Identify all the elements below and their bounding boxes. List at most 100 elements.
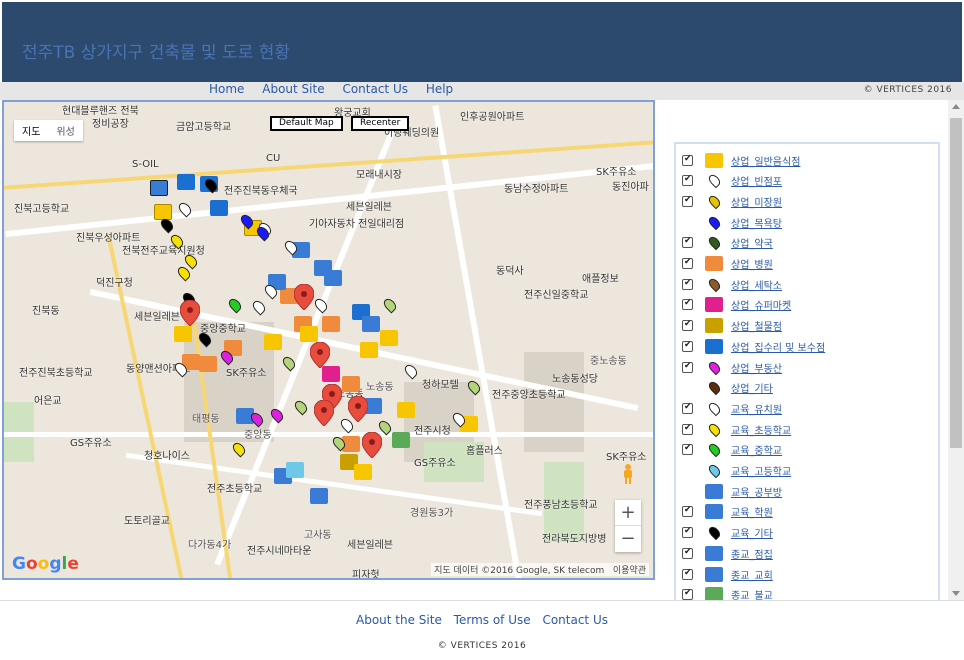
legend-item[interactable]: 교육_유치원	[682, 398, 782, 418]
legend-checkbox[interactable]	[682, 443, 693, 456]
legend-label[interactable]: 상업_집수리 및 보수점	[731, 339, 825, 354]
restaurant-marker-icon[interactable]	[154, 204, 172, 220]
legend-label[interactable]: 상업_기타	[731, 380, 773, 395]
academy-marker-icon[interactable]	[310, 488, 328, 504]
legend-item[interactable]: 상업_기타	[682, 378, 773, 398]
legend-label[interactable]: 상업_병원	[731, 256, 773, 271]
footer-terms-link[interactable]: Terms of Use	[454, 613, 531, 627]
legend-checkbox[interactable]	[682, 547, 693, 559]
legend-checkbox[interactable]	[682, 298, 693, 311]
red-location-pin-icon[interactable]	[362, 432, 382, 458]
legend-label[interactable]: 교육_중학교	[731, 442, 782, 457]
legend-label[interactable]: 교육_공부방	[731, 484, 782, 499]
legend-label[interactable]: 상업_약국	[731, 235, 773, 250]
lightgreen-pin-icon[interactable]	[381, 296, 399, 314]
scrollbar-thumb[interactable]	[950, 118, 962, 448]
legend-checkbox[interactable]	[682, 154, 693, 166]
legend-checkbox[interactable]	[682, 505, 693, 518]
restaurant-marker-icon[interactable]	[380, 330, 398, 346]
legend-label[interactable]: 교육_유치원	[731, 401, 782, 416]
legend-item[interactable]: 상업_미장원	[682, 191, 782, 211]
legend-checkbox[interactable]	[682, 568, 693, 580]
legend-item[interactable]: 교육_기타	[682, 523, 773, 543]
legend-item[interactable]: 교육_공부방	[682, 481, 782, 501]
legend-label[interactable]: 상업_목욕탕	[731, 215, 782, 230]
restaurant-marker-icon[interactable]	[354, 464, 372, 480]
restaurant-marker-icon[interactable]	[300, 326, 318, 342]
legend-label[interactable]: 종교_점집	[731, 546, 773, 561]
zoom-in-button[interactable]: +	[615, 500, 641, 526]
legend-checkbox[interactable]	[682, 174, 693, 187]
hospital-marker-icon[interactable]	[342, 376, 360, 392]
map-view[interactable]: 현대블루핸즈 전북 정비공장 금암고등학교 CU S-OIL 전주진북동우체국 …	[2, 100, 655, 580]
legend-item[interactable]: 상업_목욕탕	[682, 212, 782, 232]
legend-item[interactable]: 상업_철물점	[682, 316, 782, 336]
legend-checkbox[interactable]	[682, 588, 693, 601]
restaurant-marker-icon[interactable]	[264, 334, 282, 350]
legend-item[interactable]: 교육_초등학교	[682, 419, 791, 439]
legend-label[interactable]: 상업_슈퍼마켓	[731, 297, 791, 312]
nav-home-link[interactable]: Home	[209, 82, 244, 96]
legend-label[interactable]: 상업_부동산	[731, 360, 782, 375]
legend-item[interactable]: 상업_세탁소	[682, 274, 782, 294]
green-pin-icon[interactable]	[226, 296, 244, 314]
map-type-satellite[interactable]: 위성	[48, 120, 82, 141]
red-location-pin-icon[interactable]	[348, 396, 368, 422]
legend-item[interactable]: 상업_집수리 및 보수점	[682, 336, 825, 356]
nav-contact-link[interactable]: Contact Us	[342, 82, 408, 96]
academy-marker-icon[interactable]	[362, 316, 380, 332]
page-scrollbar[interactable]	[948, 100, 964, 600]
map-type-map[interactable]: 지도	[14, 120, 48, 141]
legend-label[interactable]: 교육_학원	[731, 504, 773, 519]
hospital-marker-icon[interactable]	[322, 316, 340, 332]
legend-item[interactable]: 종교_교회	[682, 564, 773, 584]
map-terms-link[interactable]: 이용약관	[613, 566, 646, 576]
red-location-pin-icon[interactable]	[310, 342, 330, 368]
legend-item[interactable]: 교육_중학교	[682, 440, 782, 460]
legend-checkbox[interactable]	[682, 195, 693, 207]
supermarket-marker-icon[interactable]	[322, 366, 340, 382]
legend-checkbox[interactable]	[682, 257, 693, 269]
scroll-down-arrow-icon[interactable]	[952, 591, 960, 596]
legend-label[interactable]: 상업_빈점포	[731, 173, 782, 188]
house-repair-marker-icon[interactable]	[210, 200, 228, 216]
recenter-button[interactable]: Recenter	[351, 116, 410, 131]
street-view-pegman-icon[interactable]	[621, 464, 635, 484]
legend-item[interactable]: 상업_부동산	[682, 357, 782, 377]
white-pin-icon[interactable]	[402, 362, 420, 380]
legend-item[interactable]: 상업_일반음식점	[682, 150, 800, 170]
legend-item[interactable]: 상업_병원	[682, 254, 773, 274]
white-pin-icon[interactable]	[250, 298, 268, 316]
hospital-marker-icon[interactable]	[199, 356, 217, 372]
zoom-out-button[interactable]: −	[615, 526, 641, 552]
footer-about-link[interactable]: About the Site	[356, 613, 442, 627]
red-location-pin-icon[interactable]	[180, 300, 200, 326]
legend-label[interactable]: 교육_고등학교	[731, 463, 791, 478]
legend-label[interactable]: 상업_세탁소	[731, 277, 782, 292]
legend-checkbox[interactable]	[682, 278, 693, 290]
legend-checkbox[interactable]	[682, 402, 693, 414]
legend-label[interactable]: 종교_교회	[731, 567, 773, 582]
legend-item[interactable]: 상업_빈점포	[682, 171, 782, 191]
restaurant-marker-icon[interactable]	[397, 402, 415, 418]
scroll-up-arrow-icon[interactable]	[952, 104, 960, 109]
legend-checkbox[interactable]	[682, 319, 693, 332]
footer-contact-link[interactable]: Contact Us	[542, 613, 608, 627]
legend-checkbox[interactable]	[682, 340, 693, 352]
restaurant-marker-icon[interactable]	[174, 326, 192, 342]
study-room-marker-icon[interactable]	[286, 462, 304, 478]
legend-label[interactable]: 교육_초등학교	[731, 422, 791, 437]
red-location-pin-icon[interactable]	[314, 400, 334, 426]
legend-checkbox[interactable]	[682, 236, 693, 249]
legend-label[interactable]: 상업_미장원	[731, 194, 782, 209]
academy-marker-icon[interactable]	[150, 180, 168, 196]
red-location-pin-icon[interactable]	[294, 284, 314, 310]
temple-marker-icon[interactable]	[392, 432, 410, 448]
house-repair-marker-icon[interactable]	[177, 174, 195, 190]
legend-checkbox[interactable]	[682, 526, 693, 539]
default-map-button[interactable]: Default Map	[270, 116, 343, 131]
legend-item[interactable]: 종교_점집	[682, 543, 773, 563]
legend-item[interactable]: 상업_슈퍼마켓	[682, 295, 791, 315]
legend-item[interactable]: 교육_고등학교	[682, 461, 791, 481]
restaurant-marker-icon[interactable]	[360, 342, 378, 358]
